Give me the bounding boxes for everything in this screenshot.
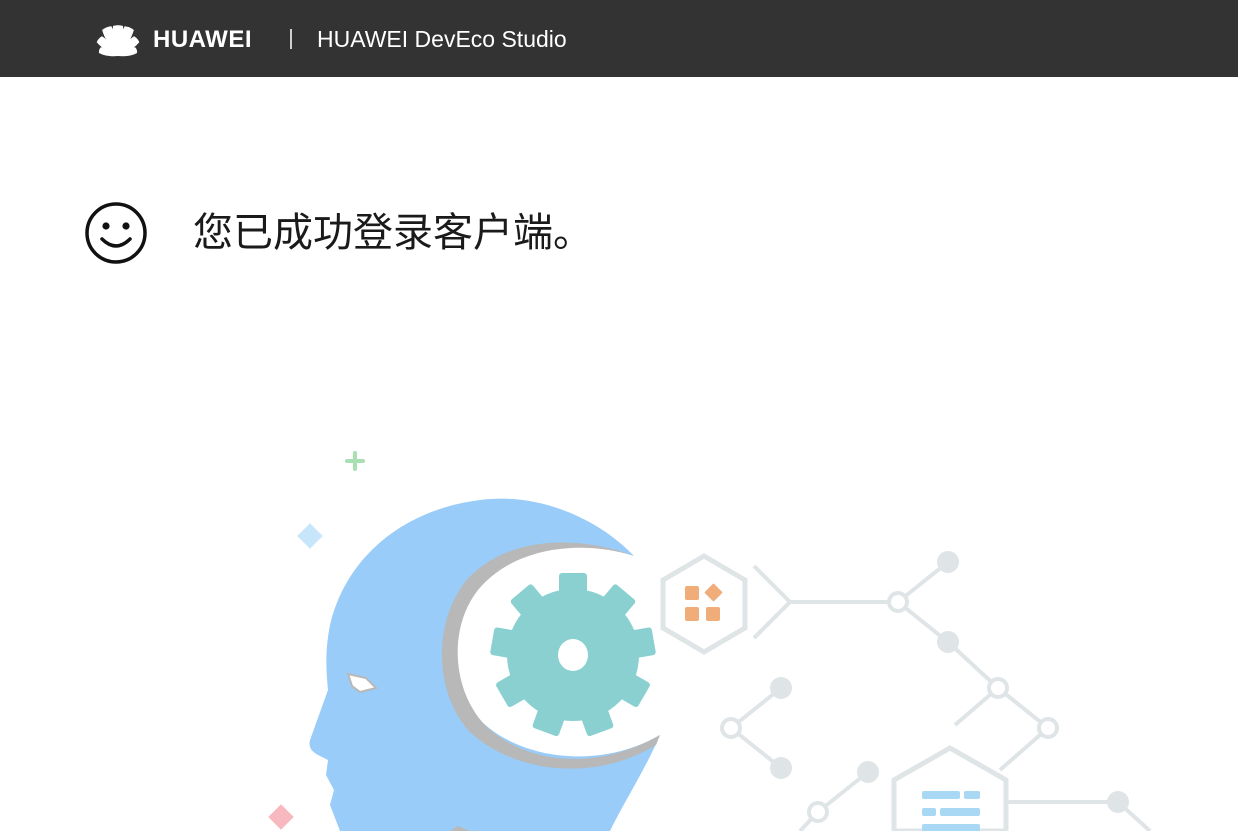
login-illustration xyxy=(268,451,1152,831)
header-divider xyxy=(290,29,292,49)
pink-diamond-icon xyxy=(268,804,294,830)
list-icon xyxy=(891,745,1009,831)
blue-diamond-icon xyxy=(297,523,323,549)
app-grid-icon xyxy=(660,553,748,655)
top-header-bar: HUAWEI HUAWEI DevEco Studio xyxy=(0,0,1238,77)
gear-icon xyxy=(490,573,656,736)
huawei-logo-icon xyxy=(96,25,140,57)
product-title: HUAWEI DevEco Studio xyxy=(317,26,567,52)
head-silhouette-icon xyxy=(309,498,660,831)
smiley-face-icon xyxy=(85,202,147,264)
network-nodes-icon xyxy=(729,560,1152,831)
plus-sparkle-icon xyxy=(345,451,365,471)
login-success-message: 您已成功登录客户端。 xyxy=(193,210,593,256)
brand-wordmark: HUAWEI xyxy=(153,26,252,53)
